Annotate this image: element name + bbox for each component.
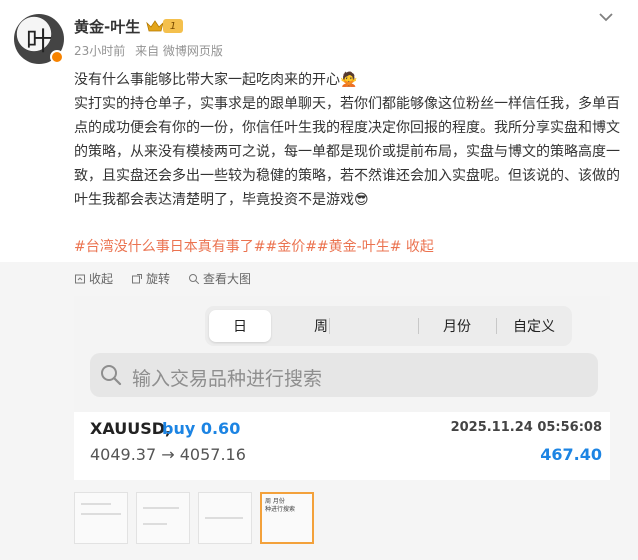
hashtags[interactable]: #台湾没什么事日本真有事了##金价##黄金-叶生# 收起: [74, 237, 434, 257]
post-text: 没有什么事能够比带大家一起吃肉来的开心🙅 实打实的持仓单子，实事求是的跟单聊天，…: [74, 68, 620, 212]
view-large-button[interactable]: 查看大图: [188, 270, 251, 287]
verified-badge-icon: [50, 50, 64, 64]
tab-day[interactable]: 日: [209, 310, 271, 342]
thumbnail[interactable]: [198, 492, 252, 544]
rotate-icon: [132, 273, 143, 283]
thumb-line: [81, 503, 111, 505]
search-icon: [101, 365, 122, 386]
post-time[interactable]: 23小时前: [74, 44, 125, 58]
segment-divider: [496, 318, 497, 334]
tab-custom[interactable]: 自定义: [499, 310, 569, 342]
segment-divider: [418, 318, 419, 334]
tab-month[interactable]: 月份: [423, 310, 491, 342]
tab-week[interactable]: 周: [277, 310, 365, 342]
post-line-text: 实打实的持仓单子，实事求是的跟单聊天，若你们都能够像这位粉丝一样信任我，多单百点…: [74, 96, 620, 208]
rotate-label: 旋转: [146, 272, 171, 286]
level-badge: 1: [163, 19, 183, 33]
trade-screenshot[interactable]: 日 周 月份 自定义 输入交易品种进行搜索 XAUUSD, buy 0.60 2…: [74, 296, 610, 480]
post-line: 没有什么事能够比带大家一起吃肉来的开心🙅: [74, 68, 620, 92]
thumbnail-active[interactable]: 周 月份 种进行搜索: [260, 492, 314, 544]
period-segmented-control: 日 周 月份 自定义: [205, 306, 572, 346]
thumb-mini-tabs: 周 月份: [265, 498, 285, 505]
emoji-icon: 🙅: [340, 72, 358, 88]
collapse-button[interactable]: 收起: [74, 270, 113, 287]
trade-side: buy 0.60: [162, 419, 241, 438]
thumbnail[interactable]: [74, 492, 128, 544]
post-source: 来自 微博网页版: [135, 44, 223, 58]
post-line-text: 没有什么事能够比带大家一起吃肉来的开心: [74, 72, 340, 88]
crown-icon: [146, 20, 164, 32]
trade-row[interactable]: XAUUSD, buy 0.60 2025.11.24 05:56:08 404…: [74, 412, 610, 480]
symbol-search-input[interactable]: 输入交易品种进行搜索: [90, 353, 598, 397]
trade-symbol: XAUUSD,: [90, 419, 172, 438]
thumbnail-strip: 周 月份 种进行搜索: [74, 492, 314, 544]
rotate-button[interactable]: 旋转: [131, 270, 170, 287]
thumb-line: [143, 523, 167, 525]
weibo-post: 叶 黄金-叶生 1 23小时前 来自 微博网页版 没有什么事能够比带大家一起吃肉…: [0, 0, 638, 560]
trade-datetime: 2025.11.24 05:56:08: [450, 420, 602, 435]
sunglasses-emoji-icon: 😎: [354, 192, 369, 208]
search-placeholder: 输入交易品种进行搜索: [132, 368, 323, 390]
thumbnail[interactable]: [136, 492, 190, 544]
collapse-label: 收起: [89, 272, 114, 286]
post-line: 实打实的持仓单子，实事求是的跟单聊天，若你们都能够像这位粉丝一样信任我，多单百点…: [74, 92, 620, 212]
author-name[interactable]: 黄金-叶生: [74, 16, 140, 37]
thumb-line: [205, 517, 243, 519]
thumb-line: [143, 507, 179, 509]
post-meta: 23小时前 来自 微博网页版: [74, 42, 229, 59]
magnify-icon: [189, 273, 200, 284]
collapse-icon: [75, 274, 85, 283]
thumb-mini-content: 周 月份 种进行搜索: [265, 498, 295, 514]
thumb-mini-search: 种进行搜索: [265, 506, 296, 513]
trade-profit: 467.40: [540, 445, 602, 464]
thumb-line: [81, 513, 121, 515]
chevron-down-icon[interactable]: [597, 10, 615, 24]
image-tools: 收起 旋转 查看大图: [74, 270, 251, 287]
trade-prices: 4049.37 → 4057.16: [90, 445, 246, 464]
view-large-label: 查看大图: [203, 272, 252, 286]
